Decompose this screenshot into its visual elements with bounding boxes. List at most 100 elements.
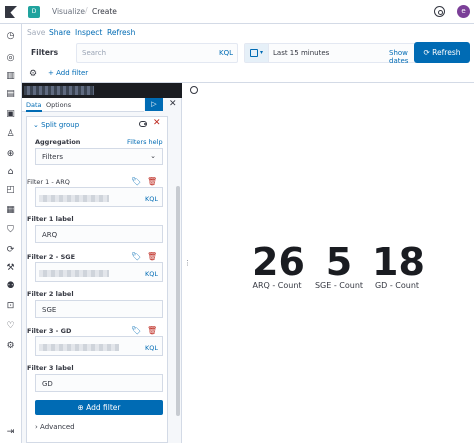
label-tag-icon[interactable]: 🏷: [131, 252, 141, 261]
filter-3-label-title: Filter 3 label: [27, 364, 74, 372]
refresh-menu-button[interactable]: Refresh: [107, 28, 135, 37]
date-picker: ▾ Last 15 minutes Show dates: [244, 43, 430, 65]
collapse-nav-icon[interactable]: ⇥: [5, 426, 16, 437]
visualization-area: ⋮ 26 ARQ - Count 5 SGE - Count 18 GD - C…: [182, 83, 474, 443]
filter-3-label-input[interactable]: GD: [35, 374, 163, 392]
delete-trash-icon[interactable]: 🗑: [147, 326, 157, 335]
remove-agg-close-icon[interactable]: ✕: [153, 118, 161, 128]
user-avatar[interactable]: e: [457, 5, 470, 18]
infrastructure-icon[interactable]: ⌂: [5, 166, 16, 177]
filter-row: ⚙ + Add filter: [22, 66, 474, 83]
delete-trash-icon[interactable]: 🗑: [147, 177, 157, 186]
toggle-icon[interactable]: [139, 121, 147, 127]
apm-icon[interactable]: ▦: [5, 204, 16, 215]
filter-1-label-title: Filter 1 label: [27, 215, 74, 223]
plus-circle-icon: ⊕: [77, 403, 87, 412]
filter-2-query-redacted: [39, 270, 109, 277]
metric-arq: 26 ARQ - Count: [252, 243, 305, 290]
maps-icon[interactable]: ♙: [5, 128, 16, 139]
canvas-icon[interactable]: ▣: [5, 108, 16, 119]
split-group-toggle[interactable]: ⌄ Split group: [33, 121, 79, 129]
metric-gd: 18 GD - Count: [372, 240, 425, 290]
filter-2-kql-toggle[interactable]: KQL: [145, 270, 158, 278]
filters-help-link[interactable]: Filters help: [127, 138, 163, 146]
metric-value: 5: [325, 240, 353, 284]
side-nav: ◷ ◎ ▥ ▤ ▣ ♙ ⊕ ⌂ ◰ ▦ ⛉ ⟳ ⚒ ⚉ ⊡ ♡ ⚙ ⇥: [0, 24, 22, 443]
discard-close-icon[interactable]: ✕: [169, 99, 177, 109]
ml-icon[interactable]: ⊕: [5, 148, 16, 159]
breadcrumb-visualize[interactable]: Visualize: [52, 7, 85, 16]
aggregation-label: Aggregation: [35, 138, 81, 146]
filter-1-kql-toggle[interactable]: KQL: [145, 195, 158, 203]
calendar-icon: [250, 49, 258, 57]
filter-3-query-input[interactable]: KQL: [35, 336, 163, 356]
filters-label: Filters: [31, 48, 59, 57]
filter-options-gear-icon[interactable]: ⚙: [29, 69, 37, 79]
apply-changes-play-icon[interactable]: ▷: [145, 98, 163, 111]
uptime-icon[interactable]: ⛉: [5, 224, 16, 235]
share-button[interactable]: Share: [49, 28, 71, 37]
filter-3-kql-toggle[interactable]: KQL: [145, 344, 158, 352]
split-group-card: ⌄ Split group ✕ Aggregation Filters help…: [26, 116, 168, 443]
advanced-label: Advanced: [40, 423, 75, 431]
index-pattern-bar: [22, 83, 182, 98]
filter-3-query-redacted: [39, 344, 119, 351]
delete-trash-icon[interactable]: 🗑: [147, 252, 157, 261]
filter-2-label-input[interactable]: SGE: [35, 300, 163, 318]
tab-data[interactable]: Data: [26, 101, 42, 112]
quick-select-button[interactable]: ▾: [245, 44, 269, 62]
recent-clock-icon[interactable]: ◷: [5, 30, 16, 41]
filter-2-query-input[interactable]: KQL: [35, 262, 163, 282]
heart-icon[interactable]: ♡: [5, 320, 16, 331]
discover-compass-icon[interactable]: ◎: [5, 52, 16, 63]
editor-scrollbar[interactable]: [176, 186, 180, 416]
filter-1-query-input[interactable]: KQL: [35, 187, 163, 207]
metric-label: ARQ - Count: [252, 281, 302, 290]
breadcrumb-separator: /: [85, 6, 88, 15]
dashboard-icon[interactable]: ▤: [5, 88, 16, 99]
resize-handle[interactable]: ⋮: [184, 259, 191, 267]
search-box: KQL: [76, 43, 238, 63]
aggregation-selected-value: Filters: [42, 153, 63, 161]
chevron-down-icon: ⌄: [150, 152, 156, 160]
management-gear-icon[interactable]: ⚙: [5, 340, 16, 351]
filter-3-title: Filter 3 - GD: [27, 327, 72, 335]
top-menu: Save Share Inspect Refresh: [22, 24, 474, 41]
editor-panel: Data Options ▷ ✕ ⌄ Split group ✕ Aggrega…: [22, 98, 182, 443]
add-filter-button[interactable]: ⊕ Add filter: [35, 400, 163, 415]
label-tag-icon[interactable]: 🏷: [131, 326, 141, 335]
add-filter-link[interactable]: + Add filter: [48, 69, 88, 77]
filter-2-label-title: Filter 2 label: [27, 290, 74, 298]
collapse-sidebar-icon[interactable]: [190, 86, 198, 94]
help-icon[interactable]: [434, 6, 445, 17]
top-header: D Visualize / Create e: [0, 0, 474, 24]
tab-options[interactable]: Options: [46, 101, 71, 109]
metric-value: 18: [372, 240, 425, 284]
logs-icon[interactable]: ◰: [5, 184, 16, 195]
siem-icon[interactable]: ⟳: [5, 244, 16, 255]
space-badge[interactable]: D: [28, 6, 40, 18]
editor-tabs: Data Options: [22, 98, 144, 112]
filter-1-title: Filter 1 - ARQ: [27, 178, 70, 186]
split-group-label: Split group: [41, 121, 80, 129]
kibana-logo-icon[interactable]: [4, 5, 18, 19]
chevron-down-icon: ▾: [260, 49, 264, 56]
refresh-button[interactable]: ⟳ Refresh: [414, 42, 470, 63]
add-filter-button-label: Add filter: [86, 403, 121, 412]
security-lock-icon[interactable]: ⊡: [5, 300, 16, 311]
visualize-chart-icon[interactable]: ▥: [5, 70, 16, 81]
filter-1-label-input[interactable]: ARQ: [35, 225, 163, 243]
inspect-button[interactable]: Inspect: [75, 28, 102, 37]
dev-tools-icon[interactable]: ⚒: [5, 262, 16, 273]
time-range-text[interactable]: Last 15 minutes: [273, 49, 329, 57]
monitoring-icon[interactable]: ⚉: [5, 280, 16, 291]
label-tag-icon[interactable]: 🏷: [131, 177, 141, 186]
search-input[interactable]: [82, 49, 202, 57]
kql-toggle[interactable]: KQL: [219, 49, 233, 57]
filter-1-query-redacted: [39, 195, 109, 202]
save-button[interactable]: Save: [27, 28, 45, 37]
advanced-toggle[interactable]: › Advanced: [35, 423, 75, 431]
aggregation-select[interactable]: Filters ⌄: [35, 148, 163, 165]
metric-label: GD - Count: [374, 281, 420, 290]
metric-label: SGE - Count: [314, 281, 364, 290]
